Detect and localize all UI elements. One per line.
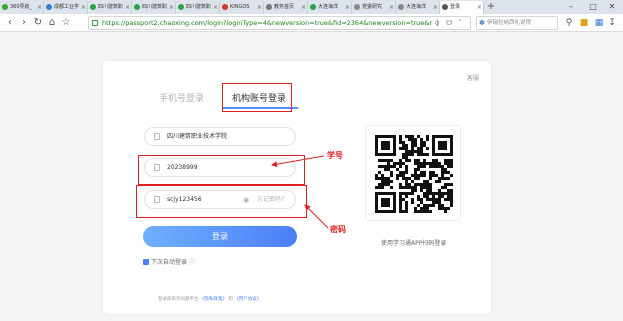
annotation-arrows bbox=[271, 155, 329, 229]
arrow-password bbox=[304, 204, 329, 229]
arrow-student-id bbox=[271, 155, 325, 168]
annotation-label-student-id: 学号 bbox=[327, 151, 343, 160]
annotation-label-password: 密码 bbox=[330, 225, 346, 234]
